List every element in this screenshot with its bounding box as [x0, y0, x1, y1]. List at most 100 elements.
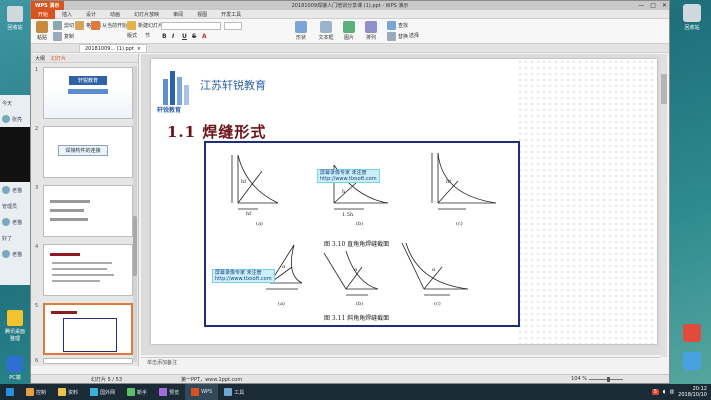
close-tab-icon[interactable]: × [137, 46, 141, 52]
copy-button[interactable]: 复制 [53, 32, 74, 41]
section-button[interactable]: 节 [145, 32, 150, 39]
notes-area[interactable]: 单击添加备注 [141, 357, 661, 366]
replace-button[interactable]: 替换 [387, 32, 408, 41]
chat-row[interactable]: 今天 [0, 95, 30, 111]
search-icon [387, 21, 396, 30]
window-title: 20181009焊接人门培训分享课 (1).ppt - WPS 演示 [291, 3, 409, 9]
windows-icon [6, 388, 14, 396]
document-tab[interactable]: 20181009... (1).ppt × [79, 44, 147, 52]
recorder-watermark-top: 屏幕录像专家 未注册 http://www.tlxsoft.com [317, 169, 380, 183]
input-method-icon[interactable]: S [651, 389, 659, 395]
layout-button[interactable]: 版式 [127, 32, 137, 39]
font-color-button[interactable]: A [202, 33, 207, 40]
slide-scrollbar[interactable] [661, 54, 667, 357]
taskbar-item[interactable]: 资料 [52, 384, 84, 400]
tab-slides[interactable]: 幻灯片 [51, 55, 66, 62]
arrange-icon [365, 21, 377, 33]
template-info: 第一PPT，www.1ppt.com [181, 377, 243, 383]
menu-design[interactable]: 设计 [79, 11, 103, 18]
chat-row[interactable]: 张亮 [0, 111, 30, 127]
folder-icon [7, 310, 23, 326]
desktop-icon-recycle-bin[interactable]: 回收站 [3, 6, 27, 31]
cut-button[interactable]: 剪切 [53, 21, 74, 30]
volume-icon[interactable]: ◖ [663, 389, 666, 395]
figure-caption-top: 图 3.10 直角角焊缝截面 [324, 241, 390, 248]
paste-label: 粘贴 [36, 35, 47, 41]
play-icon [91, 21, 100, 30]
taskbar-item[interactable]: 预览 [153, 384, 185, 400]
desktop-icon-app-blue[interactable] [679, 352, 705, 372]
arrange-button[interactable]: 排列 [363, 21, 379, 41]
desktop-icon-label: 回收站 [684, 25, 700, 31]
app-icon [683, 324, 701, 342]
right-desktop-strip: 回收站 [673, 0, 711, 385]
menu-insert[interactable]: 插入 [55, 11, 79, 18]
avatar [2, 186, 10, 194]
window-controls: — □ ✕ [638, 2, 667, 9]
copy-icon [53, 32, 62, 41]
shape-button[interactable]: 形状 [293, 21, 309, 41]
menu-animation[interactable]: 动画 [103, 11, 127, 18]
pane-scrollbar[interactable] [133, 66, 137, 362]
chat-row[interactable]: 老猫 [0, 214, 30, 230]
zoom-knob[interactable] [607, 377, 610, 382]
avatar [2, 250, 10, 258]
bold-button[interactable]: B [162, 33, 167, 40]
find-button[interactable]: 查找 [387, 21, 408, 30]
paste-icon [36, 21, 48, 33]
zoom-level[interactable]: 104 % [571, 376, 587, 382]
chat-row[interactable]: 管理员 [0, 198, 30, 214]
desktop-icon-organizer[interactable]: 腾讯桌面整理 [3, 310, 27, 342]
clock[interactable]: 20:12 2018/10/10 [678, 386, 707, 398]
logo-text: 轩锐教育 [157, 107, 182, 114]
tab-outline[interactable]: 大纲 [35, 55, 45, 62]
desktop-icon-recycle-bin-right[interactable]: 回收站 [679, 4, 705, 31]
italic-button[interactable]: I [172, 33, 174, 40]
menu-slideshow[interactable]: 幻灯片放映 [127, 11, 166, 18]
network-icon[interactable]: ▥ [669, 389, 674, 395]
angle-label: α [282, 264, 286, 270]
sub-label: (c) [456, 221, 463, 227]
tool-icon [224, 388, 233, 396]
minimize-icon[interactable]: — [638, 2, 644, 9]
textbox-button[interactable]: 文本框 [315, 21, 337, 41]
current-slide[interactable]: 轩锐教育 江苏轩锐教育 1.1 焊缝形式 hf hf 1.5h h hf α α… [151, 59, 657, 344]
picture-button[interactable]: 图片 [341, 21, 357, 41]
desktop-icon-pc[interactable]: PC端 [3, 356, 27, 381]
select-button[interactable]: 选择 [409, 32, 419, 39]
menu-developer[interactable]: 开发工具 [214, 11, 248, 18]
taskbar-item-wps[interactable]: WPS [185, 384, 219, 400]
taskbar-item[interactable]: 新手 [121, 384, 153, 400]
weld-figure: hf hf 1.5h h hf α α α 屏幕录像专家 未注册 http://… [204, 141, 520, 327]
maximize-icon[interactable]: □ [650, 2, 656, 9]
taskbar-item[interactable]: 控制 [20, 384, 52, 400]
zoom-slider[interactable] [589, 377, 623, 382]
start-button[interactable] [0, 384, 20, 400]
chat-row[interactable]: 好了 [0, 230, 30, 246]
document-tab-bar: 20181009... (1).ppt × [31, 44, 669, 53]
from-current-button[interactable]: 从当前开始 [91, 21, 127, 30]
menu-view[interactable]: 视图 [190, 11, 214, 18]
chat-row[interactable]: 老猫 [0, 246, 30, 262]
paste-button[interactable]: 粘贴 [34, 21, 50, 41]
wps-app-button[interactable]: WPS 演示 [31, 1, 64, 10]
taskbar-item[interactable]: 工具 [218, 384, 250, 400]
taskbar-item[interactable]: 国外网 [84, 384, 121, 400]
title-bar[interactable]: WPS 演示 20181009焊接人门培训分享课 (1).ppt - WPS 演… [31, 1, 669, 10]
strikethrough-button[interactable]: S [192, 33, 196, 40]
underline-button[interactable]: U [182, 33, 187, 40]
chat-row[interactable]: 老猫 [0, 182, 30, 198]
menu-review[interactable]: 审阅 [166, 11, 190, 18]
avatar [2, 115, 10, 123]
folder-icon [58, 388, 67, 396]
sub-label: (a) [256, 221, 263, 227]
close-icon[interactable]: ✕ [662, 2, 667, 9]
new-slide-button[interactable]: 新建幻灯片 [127, 21, 163, 30]
font-size-select[interactable] [224, 22, 242, 30]
font-family-select[interactable] [161, 22, 221, 30]
chat-video-area [0, 127, 30, 182]
app-icon [26, 388, 34, 396]
building-logo-icon [163, 71, 189, 105]
menu-home[interactable]: 开始 [31, 9, 56, 19]
desktop-icon-app-red[interactable] [679, 324, 705, 344]
